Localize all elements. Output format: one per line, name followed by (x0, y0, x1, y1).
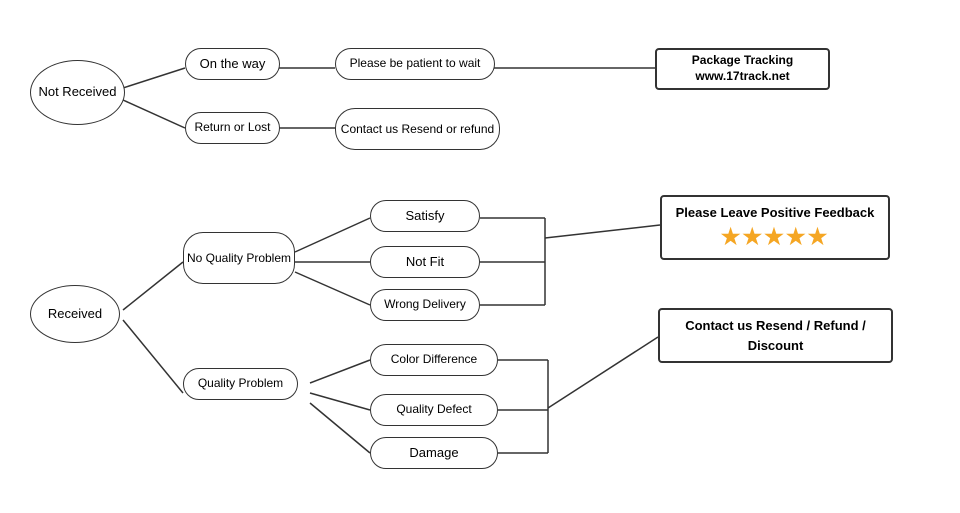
received-node: Received (30, 285, 120, 343)
quality-problem-node: Quality Problem (183, 368, 298, 400)
feedback-node: Please Leave Positive Feedback ★★★★★ (660, 195, 890, 260)
feedback-label: Please Leave Positive Feedback (674, 205, 876, 220)
contact-us-2-node: Contact us Resend / Refund / Discount (658, 308, 893, 363)
quality-defect-node: Quality Defect (370, 394, 498, 426)
stars: ★★★★★ (674, 224, 876, 250)
diagram: Not Received On the way Return or Lost P… (0, 0, 960, 513)
contact-us-1-node: Contact us Resend or refund (335, 108, 500, 150)
damage-node: Damage (370, 437, 498, 469)
patient-node: Please be patient to wait (335, 48, 495, 80)
on-the-way-node: On the way (185, 48, 280, 80)
wrong-delivery-node: Wrong Delivery (370, 289, 480, 321)
not-fit-node: Not Fit (370, 246, 480, 278)
color-diff-node: Color Difference (370, 344, 498, 376)
package-tracking-node: Package Tracking www.17track.net (655, 48, 830, 90)
no-quality-node: No Quality Problem (183, 232, 295, 284)
not-received-node: Not Received (30, 60, 125, 125)
satisfy-node: Satisfy (370, 200, 480, 232)
return-or-lost-node: Return or Lost (185, 112, 280, 144)
